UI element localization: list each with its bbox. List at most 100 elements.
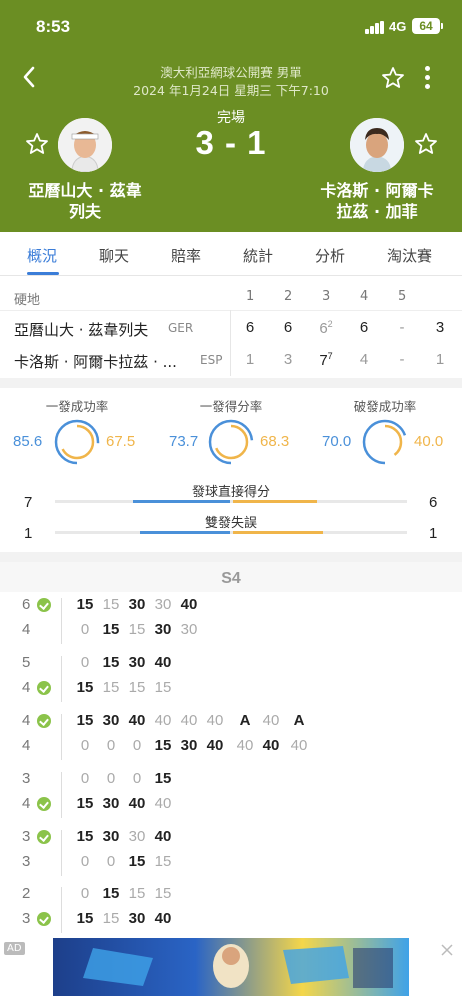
bar-track [55,531,407,534]
tab-analysis[interactable]: 分析 [315,245,345,266]
p2-set5: - [399,351,405,368]
star-icon[interactable] [25,132,49,156]
game-divider [61,830,62,876]
scoreboard-row-player1[interactable]: 亞曆山大 · 茲韋列夫 GER 6 6 62 6 - 3 [0,312,462,344]
point-score: 15 [154,853,172,870]
battery-tip [441,23,443,29]
point-score: 15 [76,828,94,845]
point-score: 0 [80,621,90,638]
stat-value-away: 67.5 [106,433,136,450]
game-divider [61,656,62,702]
game-score: 4 [22,712,31,729]
point-score: 30 [128,596,146,613]
set-header-3: 3 [322,289,331,304]
point-score: 15 [102,885,120,902]
point-score: 0 [80,654,90,671]
point-score: 15 [102,654,120,671]
scoreboard-row-player2[interactable]: 卡洛斯 · 阿爾卡拉茲 · ... ESP 1 3 77 4 - 1 [0,344,462,376]
point-score: 15 [102,621,120,638]
bar-fill-away [233,531,323,534]
bar-label: 雙發失誤 [204,516,257,531]
bar-fill-home [133,500,230,503]
point-score: 40 [154,828,172,845]
point-score: 30 [128,910,146,927]
game-score: 4 [22,621,31,638]
tab-chat[interactable]: 聊天 [99,245,129,266]
p2-set2: 3 [283,351,293,368]
game-score: 4 [22,795,31,812]
p2-set1: 1 [245,351,255,368]
point-score: 0 [132,770,142,787]
game-score: 4 [22,679,31,696]
point-score: 40 [262,712,280,729]
game-score: 3 [22,828,31,845]
point-score: 0 [80,770,90,787]
player2-short-name: 卡洛斯 · 阿爾卡拉茲 · ... [14,353,177,371]
point-score: 15 [154,770,172,787]
ring-chart [208,419,254,465]
status-bar: 8:53 4G 64 [0,0,462,56]
point-score: 15 [76,795,94,812]
point-score: 30 [102,712,120,729]
more-icon[interactable] [423,66,431,90]
point-score: 30 [180,737,198,754]
point-score: 30 [102,828,120,845]
point-score: 15 [76,910,94,927]
p1-set2: 6 [283,319,293,336]
point-score: 15 [128,679,146,696]
stat-value-home: 70.0 [322,433,352,450]
point-score: 15 [76,596,94,613]
tab-overview[interactable]: 概況 [27,245,57,266]
close-icon[interactable] [440,942,454,956]
game-score: 3 [22,910,31,927]
point-score: 30 [180,621,198,638]
game-divider [61,772,62,818]
signal-icon [365,21,385,34]
set-header-1: 1 [246,289,255,304]
p1-set5: - [399,319,405,336]
game-score: 2 [22,885,31,902]
point-score: 30 [128,828,146,845]
tab-knockout[interactable]: 淘汰賽 [387,245,432,266]
point-score: 15 [76,679,94,696]
point-score: 40 [180,596,198,613]
section-gap [0,552,462,562]
tab-odds[interactable]: 賠率 [171,245,201,266]
point-score: 40 [154,910,172,927]
point-score: 0 [80,885,90,902]
point-score: A [239,712,251,729]
p1-total: 3 [435,319,445,336]
point-score: 15 [102,679,120,696]
serve-ball-icon [37,714,51,728]
point-score: 15 [76,712,94,729]
player2-avatar[interactable] [350,118,404,172]
point-score: 0 [106,737,116,754]
ring-chart [54,419,100,465]
game-score: 4 [22,737,31,754]
player2-name[interactable]: 卡洛斯 · 阿爾卡 拉茲 · 加菲 [302,180,452,222]
bar-track [55,500,407,503]
serve-ball-icon [37,830,51,844]
point-score: 30 [154,621,172,638]
active-tab-indicator [27,272,59,275]
ad-banner-area[interactable]: AD [0,936,462,1000]
status-time: 8:53 [36,17,71,36]
stat-value-home: 85.6 [13,433,43,450]
point-score: 15 [154,737,172,754]
tab-stats[interactable]: 統計 [243,245,273,266]
player1-name[interactable]: 亞曆山大 · 茲韋 列夫 [10,180,160,222]
ad-banner[interactable] [53,938,409,996]
p1-set4: 6 [359,319,369,336]
point-score: 40 [154,795,172,812]
network-label: 4G [389,19,407,34]
point-score: 30 [102,795,120,812]
stat-value-away: 40.0 [414,433,444,450]
player1-avatar[interactable] [58,118,112,172]
player2-country: ESP [200,353,223,367]
star-icon[interactable] [414,132,438,156]
star-icon[interactable] [381,66,405,90]
battery-icon: 64 [412,18,440,34]
serve-ball-icon [37,797,51,811]
point-score: 15 [102,910,120,927]
p1-set3: 62 [319,319,333,337]
